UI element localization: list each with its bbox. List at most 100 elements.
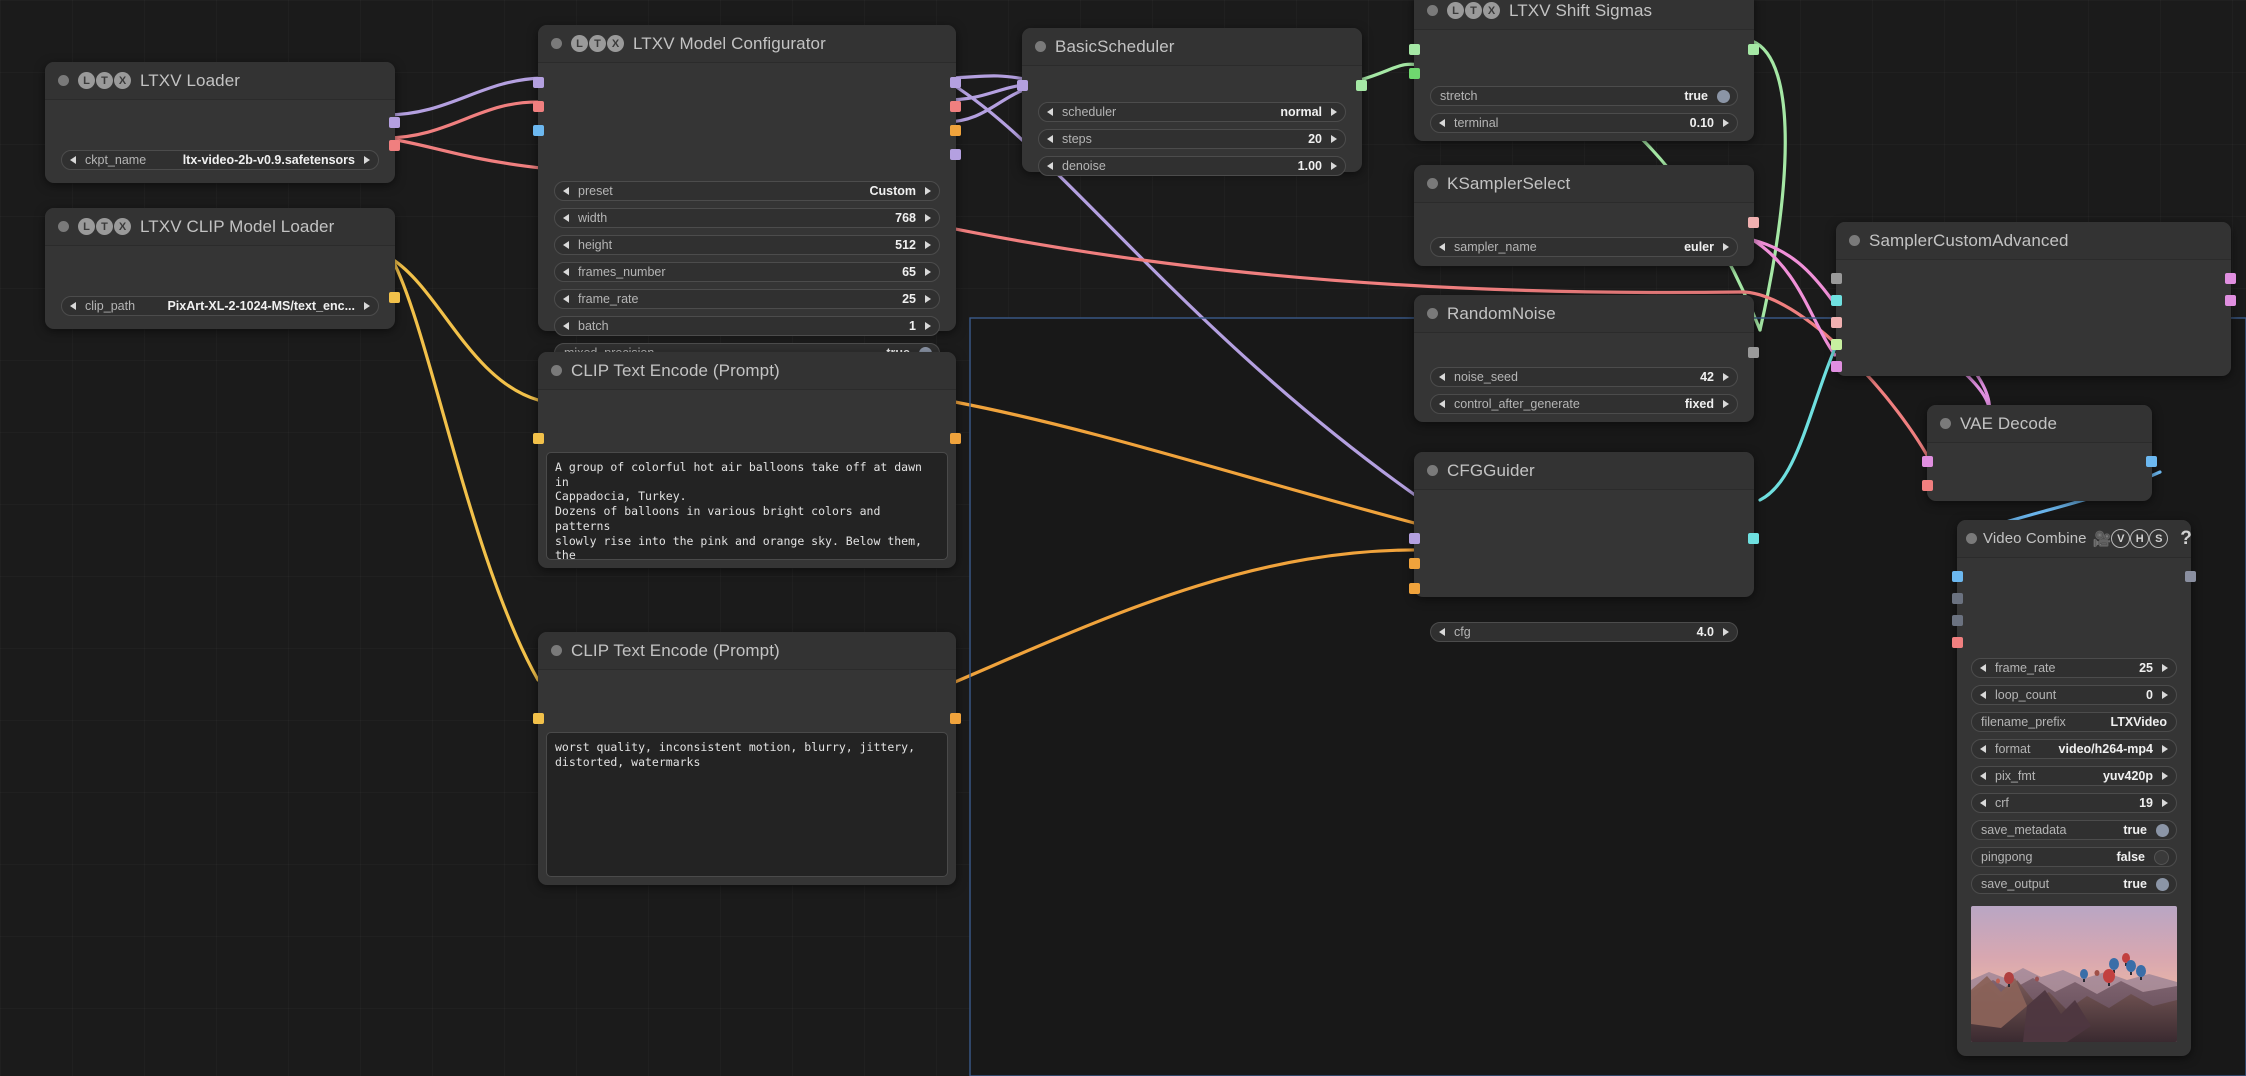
chevron-left-icon[interactable] (1047, 162, 1053, 170)
socket-vae-in[interactable] (1952, 637, 1963, 648)
collapse-dot-icon[interactable] (1427, 178, 1438, 189)
node-title-bar[interactable]: LTX LTXV Shift Sigmas (1414, 0, 1754, 30)
chevron-right-icon[interactable] (925, 268, 931, 276)
node-title-bar[interactable]: LTX LTXV Loader (45, 62, 395, 100)
chevron-right-icon[interactable] (925, 295, 931, 303)
node-ltxv-shift-sigmas[interactable]: LTX LTXV Shift Sigmas stretch true termi… (1414, 0, 1754, 140)
collapse-dot-icon[interactable] (551, 645, 562, 656)
widget-steps[interactable]: steps 20 (1038, 129, 1346, 149)
widget-scheduler[interactable]: scheduler normal (1038, 102, 1346, 122)
socket-image-out[interactable] (2146, 456, 2157, 467)
collapse-dot-icon[interactable] (1849, 235, 1860, 246)
chevron-right-icon[interactable] (364, 302, 370, 310)
node-title-bar[interactable]: CLIP Text Encode (Prompt) (538, 352, 956, 390)
widget-height[interactable]: height 512 (554, 235, 940, 255)
socket-samples-in[interactable] (1922, 456, 1933, 467)
widget-stretch[interactable]: stretch true (1430, 86, 1738, 106)
node-title-bar[interactable]: KSamplerSelect (1414, 165, 1754, 203)
socket-latent-out[interactable] (533, 125, 544, 136)
socket-negative-in[interactable] (1409, 583, 1420, 594)
socket-extra-out[interactable] (950, 149, 961, 160)
chevron-left-icon[interactable] (1439, 400, 1445, 408)
widget-denoise[interactable]: denoise 1.00 (1038, 156, 1346, 176)
chevron-left-icon[interactable] (1047, 108, 1053, 116)
chevron-right-icon[interactable] (2162, 799, 2168, 807)
node-title-bar[interactable]: BasicScheduler (1022, 28, 1362, 66)
chevron-right-icon[interactable] (2162, 691, 2168, 699)
node-ksampler-select[interactable]: KSamplerSelect sampler_name euler (1414, 165, 1754, 265)
chevron-right-icon[interactable] (1723, 243, 1729, 251)
collapse-dot-icon[interactable] (1035, 41, 1046, 52)
chevron-right-icon[interactable] (2162, 664, 2168, 672)
widget-format[interactable]: format video/h264-mp4 (1971, 739, 2177, 759)
chevron-left-icon[interactable] (563, 295, 569, 303)
chevron-left-icon[interactable] (1439, 628, 1445, 636)
widget-frame-rate[interactable]: frame_rate 25 (1971, 658, 2177, 678)
socket-model-out[interactable] (389, 117, 400, 128)
socket-model-in[interactable] (533, 77, 544, 88)
chevron-left-icon[interactable] (1047, 135, 1053, 143)
socket-sigmas-in[interactable] (1409, 44, 1420, 55)
node-graph-canvas[interactable]: LTX LTXV Loader ckpt_name ltx-video-2b-v… (0, 0, 2246, 1076)
socket-model-in[interactable] (1017, 80, 1028, 91)
chevron-right-icon[interactable] (1723, 628, 1729, 636)
toggle-icon[interactable] (2156, 878, 2169, 891)
socket-sampler-in[interactable] (1831, 317, 1842, 328)
widget-terminal[interactable]: terminal 0.10 (1430, 113, 1738, 133)
chevron-left-icon[interactable] (70, 156, 76, 164)
chevron-right-icon[interactable] (925, 241, 931, 249)
toggle-icon[interactable] (1717, 90, 1730, 103)
node-vae-decode[interactable]: VAE Decode (1927, 405, 2152, 500)
node-clip-text-encode-negative[interactable]: CLIP Text Encode (Prompt) worst quality,… (538, 632, 956, 884)
socket-guider-out[interactable] (1748, 533, 1759, 544)
collapse-dot-icon[interactable] (58, 221, 69, 232)
toggle-icon[interactable] (2156, 824, 2169, 837)
node-title-bar[interactable]: VAE Decode (1927, 405, 2152, 443)
node-title-bar[interactable]: Video Combine 🎥 V H S ? (1957, 520, 2191, 558)
socket-model-out[interactable] (950, 77, 961, 88)
chevron-left-icon[interactable] (1980, 664, 1986, 672)
socket-noise-out[interactable] (1748, 347, 1759, 358)
widget-preset[interactable]: preset Custom (554, 181, 940, 201)
socket-meta-in[interactable] (1952, 615, 1963, 626)
widget-loop-count[interactable]: loop_count 0 (1971, 685, 2177, 705)
socket-vae-in[interactable] (533, 101, 544, 112)
collapse-dot-icon[interactable] (1940, 418, 1951, 429)
collapse-dot-icon[interactable] (1966, 533, 1977, 544)
chevron-left-icon[interactable] (563, 241, 569, 249)
widget-save-metadata[interactable]: save_metadata true (1971, 820, 2177, 840)
node-video-combine[interactable]: Video Combine 🎥 V H S ? frame_rate 25 (1957, 520, 2191, 1055)
socket-clip-in[interactable] (533, 713, 544, 724)
socket-guider-in[interactable] (1831, 295, 1842, 306)
socket-conditioning-out[interactable] (950, 713, 961, 724)
collapse-dot-icon[interactable] (551, 365, 562, 376)
node-title-bar[interactable]: CFGGuider (1414, 452, 1754, 490)
node-ltxv-loader[interactable]: LTX LTXV Loader ckpt_name ltx-video-2b-v… (45, 62, 395, 182)
widget-pingpong[interactable]: pingpong false (1971, 847, 2177, 867)
socket-sigmas-in[interactable] (1831, 339, 1842, 350)
chevron-left-icon[interactable] (1439, 373, 1445, 381)
node-clip-text-encode-positive[interactable]: CLIP Text Encode (Prompt) A group of col… (538, 352, 956, 567)
widget-pix-fmt[interactable]: pix_fmt yuv420p (1971, 766, 2177, 786)
node-title-bar[interactable]: LTX LTXV CLIP Model Loader (45, 208, 395, 246)
socket-sampler-out[interactable] (1748, 217, 1759, 228)
collapse-dot-icon[interactable] (58, 75, 69, 86)
node-cfg-guider[interactable]: CFGGuider cfg 4.0 (1414, 452, 1754, 596)
chevron-right-icon[interactable] (1723, 400, 1729, 408)
chevron-right-icon[interactable] (925, 214, 931, 222)
prompt-textarea[interactable]: A group of colorful hot air balloons tak… (546, 452, 948, 560)
socket-vae-out[interactable] (950, 101, 961, 112)
node-title-bar[interactable]: CLIP Text Encode (Prompt) (538, 632, 956, 670)
chevron-right-icon[interactable] (364, 156, 370, 164)
widget-sampler-name[interactable]: sampler_name euler (1430, 237, 1738, 257)
socket-vae-out[interactable] (389, 140, 400, 151)
node-title-bar[interactable]: SamplerCustomAdvanced (1836, 222, 2231, 260)
chevron-right-icon[interactable] (1331, 162, 1337, 170)
chevron-right-icon[interactable] (925, 322, 931, 330)
chevron-left-icon[interactable] (1980, 691, 1986, 699)
socket-noise-in[interactable] (1831, 273, 1842, 284)
chevron-left-icon[interactable] (1980, 772, 1986, 780)
widget-crf[interactable]: crf 19 (1971, 793, 2177, 813)
widget-noise-seed[interactable]: noise_seed 42 (1430, 367, 1738, 387)
socket-audio-in[interactable] (1952, 593, 1963, 604)
